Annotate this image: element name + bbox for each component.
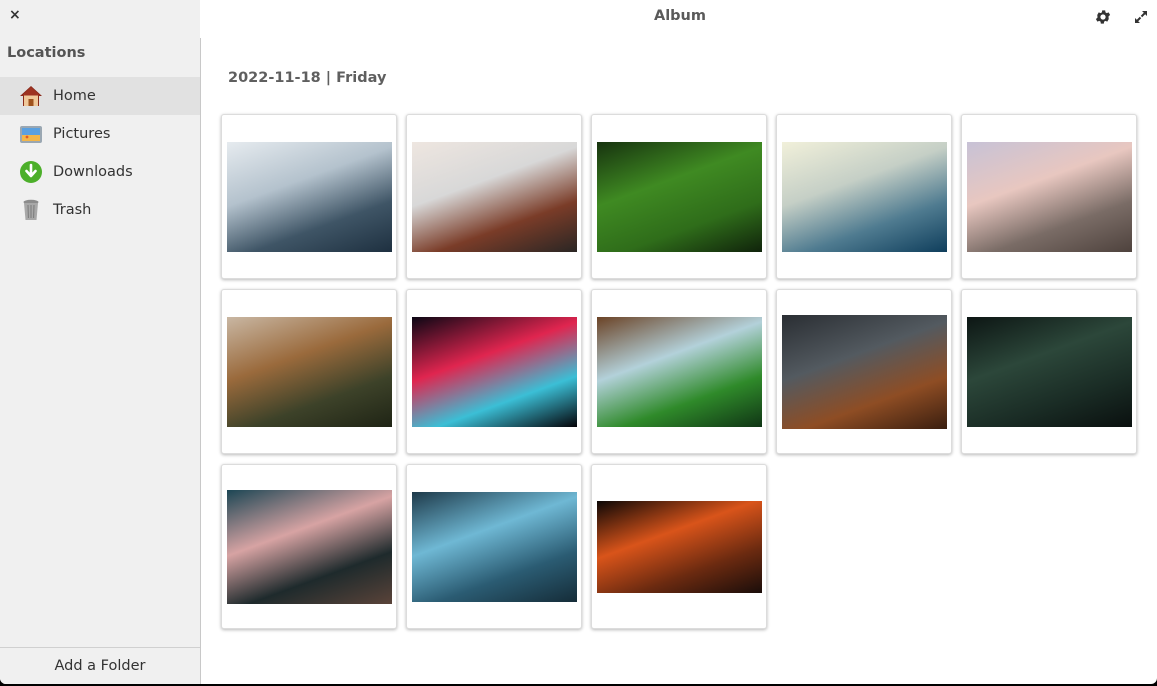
add-folder-button[interactable]: Add a Folder [0, 647, 200, 684]
pictures-icon [19, 122, 43, 146]
photo-card[interactable] [591, 289, 767, 454]
sidebar-item-home[interactable]: Home [0, 77, 200, 115]
sidebar-item-label: Pictures [53, 126, 111, 142]
photo-thumbnail [411, 316, 577, 427]
fullscreen-button[interactable] [1131, 9, 1151, 29]
close-icon[interactable]: × [9, 7, 23, 23]
photo-thumbnail [596, 500, 762, 593]
photo-card[interactable] [406, 464, 582, 629]
locations-list: Home Pictures Downloads Trash [0, 77, 200, 229]
photo-card[interactable] [961, 114, 1137, 279]
expand-icon [1133, 9, 1149, 29]
sidebar-item-label: Downloads [53, 164, 133, 180]
downloads-icon [19, 160, 43, 184]
home-icon [19, 84, 43, 108]
photo-thumbnail [411, 491, 577, 602]
photo-thumbnail [596, 141, 762, 252]
sidebar-item-pictures[interactable]: Pictures [0, 115, 200, 153]
photo-thumbnail [226, 316, 392, 427]
photo-card[interactable] [221, 464, 397, 629]
date-heading: 2022-11-18 | Friday [228, 70, 387, 86]
sidebar-item-label: Trash [53, 202, 92, 218]
gear-icon [1094, 8, 1112, 30]
sidebar-item-downloads[interactable]: Downloads [0, 153, 200, 191]
photo-card[interactable] [961, 289, 1137, 454]
photo-card[interactable] [776, 289, 952, 454]
trash-icon [19, 198, 43, 222]
photo-thumbnail [411, 141, 577, 252]
album-window: × Locations Home Pictures Downloads Tras… [0, 0, 1157, 684]
photo-card[interactable] [591, 114, 767, 279]
photo-thumbnail [966, 316, 1132, 427]
photo-thumbnail [966, 141, 1132, 252]
photo-card[interactable] [221, 114, 397, 279]
sidebar: × Locations Home Pictures Downloads Tras… [0, 0, 200, 684]
photo-thumbnail [781, 141, 947, 252]
photo-thumbnail [596, 316, 762, 427]
photo-card[interactable] [406, 114, 582, 279]
window-title: Album [653, 8, 706, 24]
photo-thumbnail [226, 489, 392, 604]
photo-thumbnail [226, 141, 392, 252]
sidebar-item-label: Home [53, 88, 96, 104]
sidebar-item-trash[interactable]: Trash [0, 191, 200, 229]
photo-card[interactable] [591, 464, 767, 629]
locations-heading: Locations [7, 45, 86, 61]
photo-card[interactable] [406, 289, 582, 454]
photo-card[interactable] [776, 114, 952, 279]
photo-grid [221, 114, 1137, 629]
photo-thumbnail [781, 314, 947, 429]
photo-card[interactable] [221, 289, 397, 454]
settings-button[interactable] [1093, 9, 1113, 29]
sidebar-divider [200, 38, 201, 684]
